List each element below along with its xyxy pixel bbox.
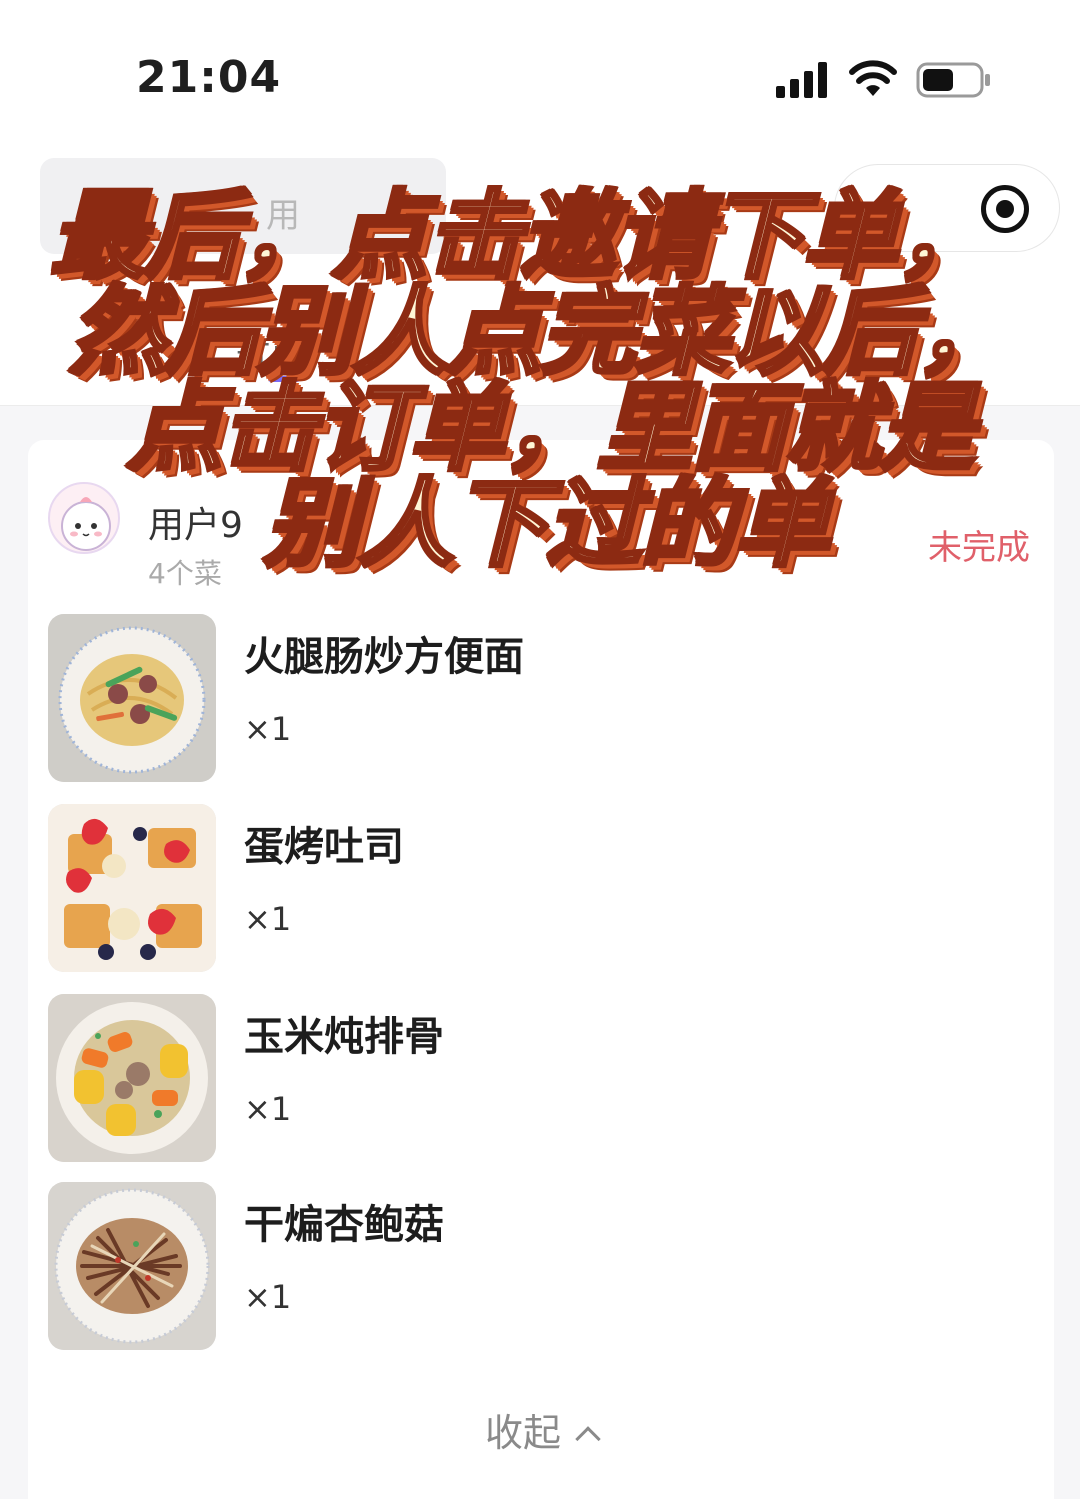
- list-item[interactable]: 干煸杏鲍菇 ×1: [28, 1182, 1054, 1350]
- list-item[interactable]: 蛋烤吐司 ×1: [28, 804, 1054, 972]
- dish-name: 火腿肠炒方便面: [244, 634, 524, 680]
- collapse-label: 收起: [484, 1411, 561, 1455]
- wifi-icon: [849, 60, 897, 96]
- dish-count: 4个菜: [148, 557, 222, 590]
- list-item[interactable]: 玉米炖排骨 ×1: [28, 994, 1054, 1162]
- dish-quantity: ×1: [244, 1090, 292, 1128]
- collapse-button[interactable]: 收起: [28, 1402, 1054, 1457]
- battery-icon: [916, 62, 990, 98]
- back-pill-text: 用: [266, 196, 300, 236]
- dish-image: [48, 994, 216, 1162]
- status-bar: 21:04: [0, 0, 1080, 150]
- miniprogram-capsule[interactable]: [834, 164, 1060, 252]
- avatar: [48, 482, 120, 554]
- dish-image: [48, 804, 216, 972]
- dish-image: [48, 614, 216, 782]
- dish-quantity: ×1: [244, 1278, 292, 1316]
- back-button[interactable]: 用: [40, 158, 446, 254]
- list-item[interactable]: 火腿肠炒方便面 ×1: [28, 614, 1054, 782]
- tabs-row: 订单: [0, 300, 1080, 400]
- dish-name: 干煸杏鲍菇: [244, 1202, 444, 1248]
- dish-image: [48, 1182, 216, 1350]
- chevron-up-icon: [575, 1426, 601, 1452]
- dish-name: 蛋烤吐司: [244, 824, 404, 870]
- status-time: 21:04: [136, 52, 282, 103]
- order-card[interactable]: 用户9 4个菜 未完成 火腿肠炒方便面 ×1 蛋烤吐司 ×1 玉米炖排骨 ×1 …: [28, 440, 1054, 1499]
- target-icon[interactable]: [981, 185, 1029, 233]
- dish-name: 玉米炖排骨: [244, 1014, 444, 1060]
- dish-quantity: ×1: [244, 710, 292, 748]
- page-header: 用 订单: [0, 150, 1080, 406]
- tab-orders[interactable]: 订单: [236, 330, 304, 379]
- tab-active-indicator: [268, 376, 300, 382]
- status-badge: 未完成: [928, 528, 1030, 568]
- signal-icon: [776, 62, 827, 98]
- user-name: 用户9: [148, 505, 243, 546]
- dish-quantity: ×1: [244, 900, 292, 938]
